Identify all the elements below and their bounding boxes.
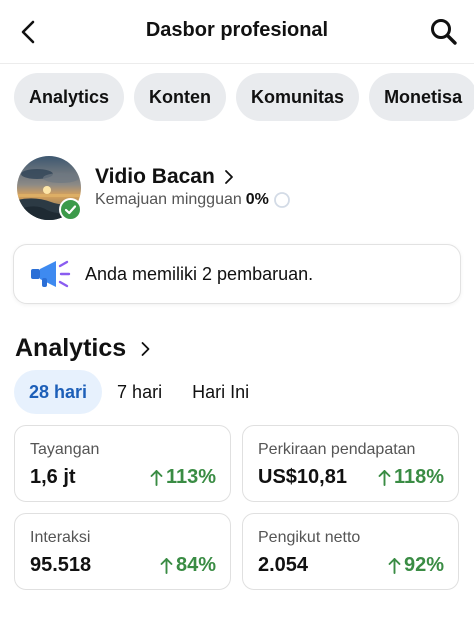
updates-text: Anda memiliki 2 pembaruan.: [85, 263, 314, 284]
updates-card[interactable]: Anda memiliki 2 pembaruan.: [13, 244, 461, 304]
section-tabs: Analytics Konten Komunitas Monetisa: [14, 73, 474, 121]
verified-check-icon: [59, 198, 82, 221]
range-7-days[interactable]: 7 hari: [102, 370, 177, 414]
range-28-days[interactable]: 28 hari: [14, 370, 103, 414]
metric-card-interactions[interactable]: Interaksi 95.518 84%: [14, 513, 231, 590]
date-range-selector: 28 hari 7 hari Hari Ini: [14, 370, 264, 414]
arrow-up-icon: [160, 558, 173, 574]
megaphone-icon: [31, 260, 71, 288]
page-title: Dasbor profesional: [145, 19, 329, 41]
metric-change-value: 113%: [165, 466, 216, 488]
metric-card-net-followers[interactable]: Pengikut netto 2.054 92%: [242, 513, 459, 590]
metric-change-value: 118%: [393, 466, 444, 488]
metric-card-earnings[interactable]: Perkiraan pendapatan US$10,81 118%: [242, 425, 459, 502]
progress-value: 0%: [245, 191, 269, 208]
metric-label: Perkiraan pendapatan: [258, 441, 416, 458]
metric-card-views[interactable]: Tayangan 1,6 jt 113%: [14, 425, 231, 502]
analytics-header-link[interactable]: Analytics: [15, 334, 151, 363]
section-title: Analytics: [15, 334, 127, 362]
range-today[interactable]: Hari Ini: [177, 370, 264, 414]
metric-value: 95.518: [30, 554, 92, 576]
tab-komunitas[interactable]: Komunitas: [236, 73, 360, 121]
arrow-up-icon: [378, 470, 391, 486]
progress-ring-icon: [273, 192, 290, 208]
weekly-progress: Kemajuan mingguan 0%: [95, 191, 291, 209]
profile-name: Vidio Bacan: [95, 165, 215, 188]
metric-change: 92%: [388, 554, 444, 577]
professional-dashboard: Dasbor profesional Analytics Konten Komu…: [0, 0, 474, 617]
metric-value: 1,6 jt: [30, 466, 76, 488]
top-bar: Dasbor profesional: [0, 0, 474, 64]
metric-change: 118%: [378, 466, 444, 489]
search-icon: [431, 19, 457, 45]
metric-label: Tayangan: [30, 441, 100, 458]
arrow-up-icon: [150, 470, 163, 486]
metric-label: Interaksi: [30, 529, 91, 546]
tab-analytics[interactable]: Analytics: [14, 73, 125, 121]
metric-change-value: 92%: [403, 554, 444, 576]
chevron-right-icon: [224, 170, 233, 184]
profile-link[interactable]: Vidio Bacan: [95, 165, 235, 189]
search-button[interactable]: [428, 16, 460, 48]
tab-monetisasi[interactable]: Monetisa: [369, 73, 474, 121]
chevron-right-icon: [141, 341, 150, 356]
arrow-up-icon: [388, 558, 401, 574]
metric-change: 113%: [150, 466, 216, 489]
metric-change: 84%: [160, 554, 216, 577]
progress-label: Kemajuan mingguan: [95, 191, 242, 208]
metric-value: 2.054: [258, 554, 309, 576]
metric-label: Pengikut netto: [258, 529, 361, 546]
metric-value: US$10,81: [258, 466, 347, 488]
tab-konten[interactable]: Konten: [134, 73, 227, 121]
metric-change-value: 84%: [175, 554, 216, 576]
